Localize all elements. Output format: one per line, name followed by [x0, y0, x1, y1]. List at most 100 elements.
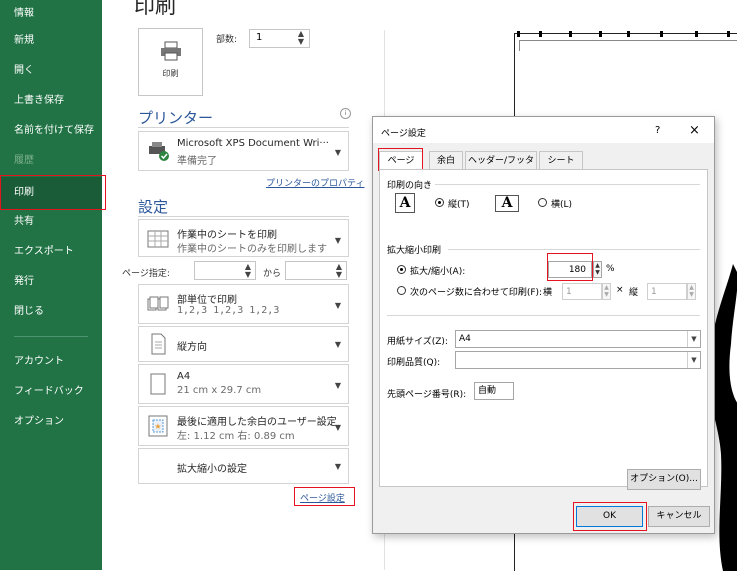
nav-item-new[interactable]: 新規 — [0, 27, 102, 55]
copies-input[interactable]: 1 ▲ ▼ — [249, 29, 310, 48]
fit-tall-spinner[interactable]: ▲ ▼ — [687, 283, 696, 300]
scaling-group-label: 拡大縮小印刷 — [387, 246, 442, 256]
cancel-button[interactable]: キャンセル — [648, 506, 710, 527]
nav-item-export[interactable]: エクスポート — [0, 238, 102, 266]
fit-radio[interactable] — [397, 286, 406, 295]
page-setup-link[interactable]: ページ設定 — [300, 491, 345, 504]
info-icon[interactable]: i — [340, 108, 351, 119]
collate-icon — [147, 296, 169, 311]
orientation-group-line — [435, 184, 700, 185]
chevron-down-icon: ▼ — [334, 381, 341, 390]
paper-size-label: A4 — [177, 371, 191, 382]
tab-panel — [379, 169, 708, 487]
help-icon[interactable]: ? — [655, 125, 660, 136]
options-button[interactable]: オプション(O)... — [627, 469, 701, 490]
first-page-label: 先頭ページ番号(R): — [387, 390, 467, 400]
chevron-down-icon: ▼ — [687, 331, 700, 347]
portrait-radio[interactable] — [435, 198, 444, 207]
printer-properties-link[interactable]: プリンターのプロパティ — [266, 176, 364, 189]
copies-spinner[interactable]: ▲ ▼ — [298, 30, 304, 46]
margins-select[interactable]: ★ 最後に適用した余白のユーザー設定 左: 1.12 cm 右: 0.89 cm… — [138, 406, 349, 446]
landscape-icon: A — [495, 195, 519, 212]
landscape-label[interactable]: 横(L) — [551, 197, 572, 210]
copies-value: 1 — [256, 32, 263, 43]
chevron-down-icon: ▼ — [334, 236, 341, 245]
fit-wide-input[interactable]: 1 — [562, 283, 602, 300]
margins-desc: 左: 1.12 cm 右: 0.89 cm — [177, 431, 295, 442]
chevron-down-icon: ▼ — [334, 423, 341, 432]
fit-tall-input[interactable]: 1 — [647, 283, 687, 300]
nav-item-info[interactable]: 情報 — [0, 0, 102, 28]
chevron-down-icon: ▼ — [687, 352, 700, 368]
paper-size-desc: 21 cm x 29.7 cm — [177, 385, 262, 396]
tab-sheet[interactable]: シート — [539, 151, 583, 169]
pages-to-spinner[interactable]: ▲ ▼ — [336, 263, 342, 279]
page-title: 印刷 — [134, 0, 176, 18]
first-page-input[interactable]: 自動 — [474, 382, 514, 400]
portrait-icon — [151, 333, 166, 355]
scaling-select[interactable]: 拡大縮小の設定 ▼ — [138, 448, 349, 484]
svg-text:★: ★ — [154, 422, 161, 431]
nav-item-save-as[interactable]: 名前を付けて保存 — [0, 117, 102, 145]
margins-icon: ★ — [148, 415, 168, 437]
nav-item-open[interactable]: 開く — [0, 57, 102, 85]
pages-label: ページ指定: — [122, 269, 170, 279]
adjust-radio[interactable] — [397, 265, 406, 274]
nav-item-close[interactable]: 閉じる — [0, 298, 102, 326]
orientation-select[interactable]: 縦方向 ▼ — [138, 326, 349, 362]
adjust-highlight — [547, 253, 593, 281]
landscape-radio[interactable] — [538, 198, 547, 207]
portrait-label[interactable]: 縦(T) — [448, 197, 470, 210]
fit-by-label: × — [616, 285, 624, 295]
ok-highlight — [573, 502, 647, 531]
nav-item-history: 履歴 — [14, 155, 34, 166]
print-button-label: 印刷 — [162, 69, 179, 78]
pages-from-input[interactable]: ▲ ▼ — [194, 261, 256, 280]
print-button[interactable]: 印刷 — [138, 28, 203, 96]
percent-label: % — [606, 264, 615, 274]
paper-size-select[interactable]: A4 21 cm x 29.7 cm ▼ — [138, 364, 349, 404]
collate-select[interactable]: 部単位で印刷 1,2,3 1,2,3 1,2,3 ▼ — [138, 284, 349, 324]
chevron-down-icon: ▼ — [334, 462, 341, 471]
pages-to-input[interactable]: ▲ ▼ — [285, 261, 347, 280]
tab-header-footer[interactable]: ヘッダー/フッター — [465, 151, 537, 184]
printer-divider — [138, 127, 349, 128]
scaling-label: 拡大縮小の設定 — [177, 464, 247, 475]
nav-item-save[interactable]: 上書き保存 — [0, 87, 102, 115]
margins-label: 最後に適用した余白のユーザー設定 — [177, 417, 337, 428]
tab-margins[interactable]: 余白 — [429, 151, 463, 169]
fit-label[interactable]: 次のページ数に合わせて印刷(F): — [410, 285, 542, 298]
settings-divider — [138, 216, 349, 217]
print-quality-label: 印刷品質(Q): — [387, 358, 441, 368]
paper-size-value: A4 — [459, 334, 471, 344]
backstage-nav: 情報 新規 開く 上書き保存 名前を付けて保存 履歴 印刷 共有 エクスポート … — [0, 0, 102, 570]
preview-inner-frame — [519, 40, 737, 51]
fit-tall-label: 縦 — [629, 288, 639, 298]
printer-heading: プリンター — [138, 109, 214, 127]
printer-select[interactable]: Microsoft XPS Document Wri··· 準備完了 ▼ — [138, 131, 349, 171]
paper-size-label: 用紙サイズ(Z): — [387, 337, 448, 347]
collate-label: 部単位で印刷 — [177, 295, 237, 306]
chevron-down-icon: ▼ — [334, 148, 341, 157]
adjust-spinner[interactable]: ▲ ▼ — [593, 261, 602, 278]
scaling-group-line — [448, 249, 700, 250]
close-icon[interactable]: × — [689, 123, 700, 138]
fit-wide-spinner[interactable]: ▲ ▼ — [602, 283, 611, 300]
nav-separator — [14, 336, 88, 337]
printer-name: Microsoft XPS Document Wri··· — [177, 138, 329, 149]
nav-item-publish[interactable]: 発行 — [0, 268, 102, 296]
collate-desc: 1,2,3 1,2,3 1,2,3 — [177, 305, 280, 316]
nav-item-options[interactable]: オプション — [0, 408, 102, 436]
nav-item-feedback[interactable]: フィードバック — [0, 378, 102, 406]
pages-from-spinner[interactable]: ▲ ▼ — [245, 263, 251, 279]
print-quality-select[interactable]: ▼ — [455, 351, 701, 369]
chevron-down-icon: ▼ — [334, 301, 341, 310]
paper-size-select[interactable]: A4 ▼ — [455, 330, 701, 348]
adjust-label[interactable]: 拡大/縮小(A): — [410, 264, 465, 277]
tab-page-highlight — [378, 148, 423, 171]
pages-to-label: から — [263, 269, 282, 279]
printer-icon — [161, 41, 181, 61]
nav-item-share[interactable]: 共有 — [0, 208, 102, 236]
print-what-select[interactable]: 作業中のシートを印刷 作業中のシートのみを印刷します ▼ — [138, 219, 349, 257]
nav-item-account[interactable]: アカウント — [0, 348, 102, 376]
